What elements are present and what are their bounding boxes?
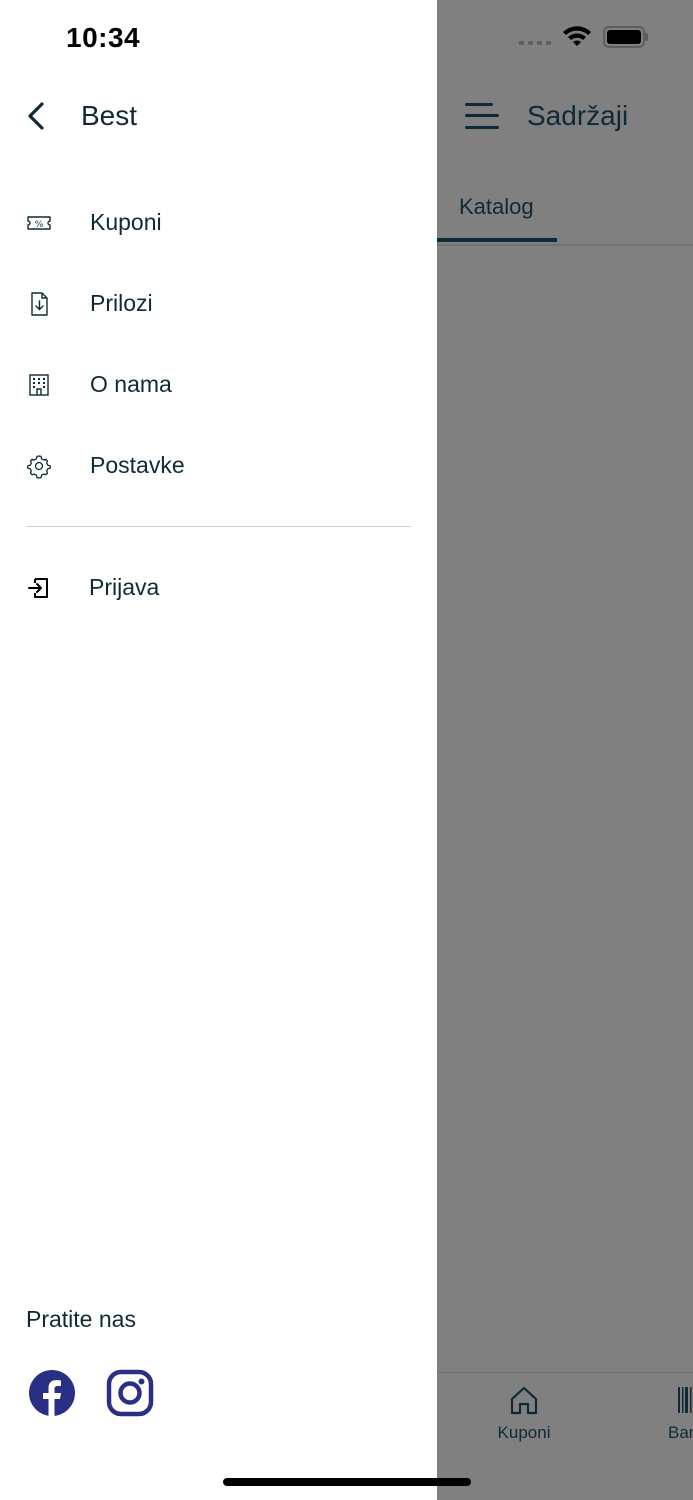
building-icon <box>26 372 52 398</box>
home-indicator <box>223 1478 471 1486</box>
gear-icon <box>26 453 52 479</box>
menu-divider <box>26 526 411 527</box>
bottom-tab-bar[interactable]: Bar <box>668 1384 693 1443</box>
menu-item-prilozi[interactable]: Prilozi <box>26 263 411 344</box>
drawer-menu: % Kuponi Prilozi O nama Postavke <box>26 182 411 506</box>
menu-item-label: Prilozi <box>90 290 153 316</box>
file-download-icon <box>26 291 52 317</box>
login-icon <box>26 575 52 601</box>
facebook-icon[interactable] <box>28 1369 76 1417</box>
bottom-nav-divider <box>437 1372 693 1373</box>
barcode-icon <box>678 1387 692 1413</box>
svg-text:%: % <box>35 220 44 230</box>
drawer-title: Best <box>81 100 138 131</box>
menu-item-label: Postavke <box>90 452 185 478</box>
back-button[interactable] <box>26 98 50 134</box>
tab-divider <box>437 244 693 246</box>
menu-item-postavke[interactable]: Postavke <box>26 425 411 506</box>
signal-icon <box>519 29 551 45</box>
wifi-icon <box>563 26 591 46</box>
instagram-icon[interactable] <box>106 1369 154 1417</box>
follow-us-label: Pratite nas <box>26 1306 136 1332</box>
navigation-drawer: 10:34 Best % Kuponi Prilozi O nama Posta… <box>0 0 437 1500</box>
status-time: 10:34 <box>66 22 141 53</box>
active-tab-indicator <box>437 238 557 242</box>
tab-katalog[interactable]: Katalog <box>437 190 557 242</box>
menu-item-label: Prijava <box>89 574 160 600</box>
chevron-left-icon <box>28 102 44 130</box>
menu-item-label: Kuponi <box>90 209 162 235</box>
menu-item-prijava[interactable]: Prijava <box>26 547 411 628</box>
bottom-tab-label: Kuponi <box>497 1423 551 1442</box>
menu-item-o-nama[interactable]: O nama <box>26 344 411 425</box>
tab-label: Katalog <box>459 194 534 219</box>
hamburger-menu-icon[interactable] <box>465 102 499 130</box>
menu-item-kuponi[interactable]: % Kuponi <box>26 182 411 263</box>
bottom-tab-label: Bar <box>668 1423 693 1442</box>
status-indicators <box>519 26 649 48</box>
coupon-icon: % <box>26 210 52 236</box>
bottom-tab-kuponi[interactable]: Kuponi <box>486 1384 562 1443</box>
battery-icon <box>603 26 648 48</box>
home-icon <box>510 1386 538 1415</box>
app-header: Sadržaji <box>465 100 628 132</box>
drawer-header: Best <box>26 98 137 134</box>
social-links <box>28 1369 154 1417</box>
menu-item-label: O nama <box>90 371 172 397</box>
page-title: Sadržaji <box>527 100 629 131</box>
